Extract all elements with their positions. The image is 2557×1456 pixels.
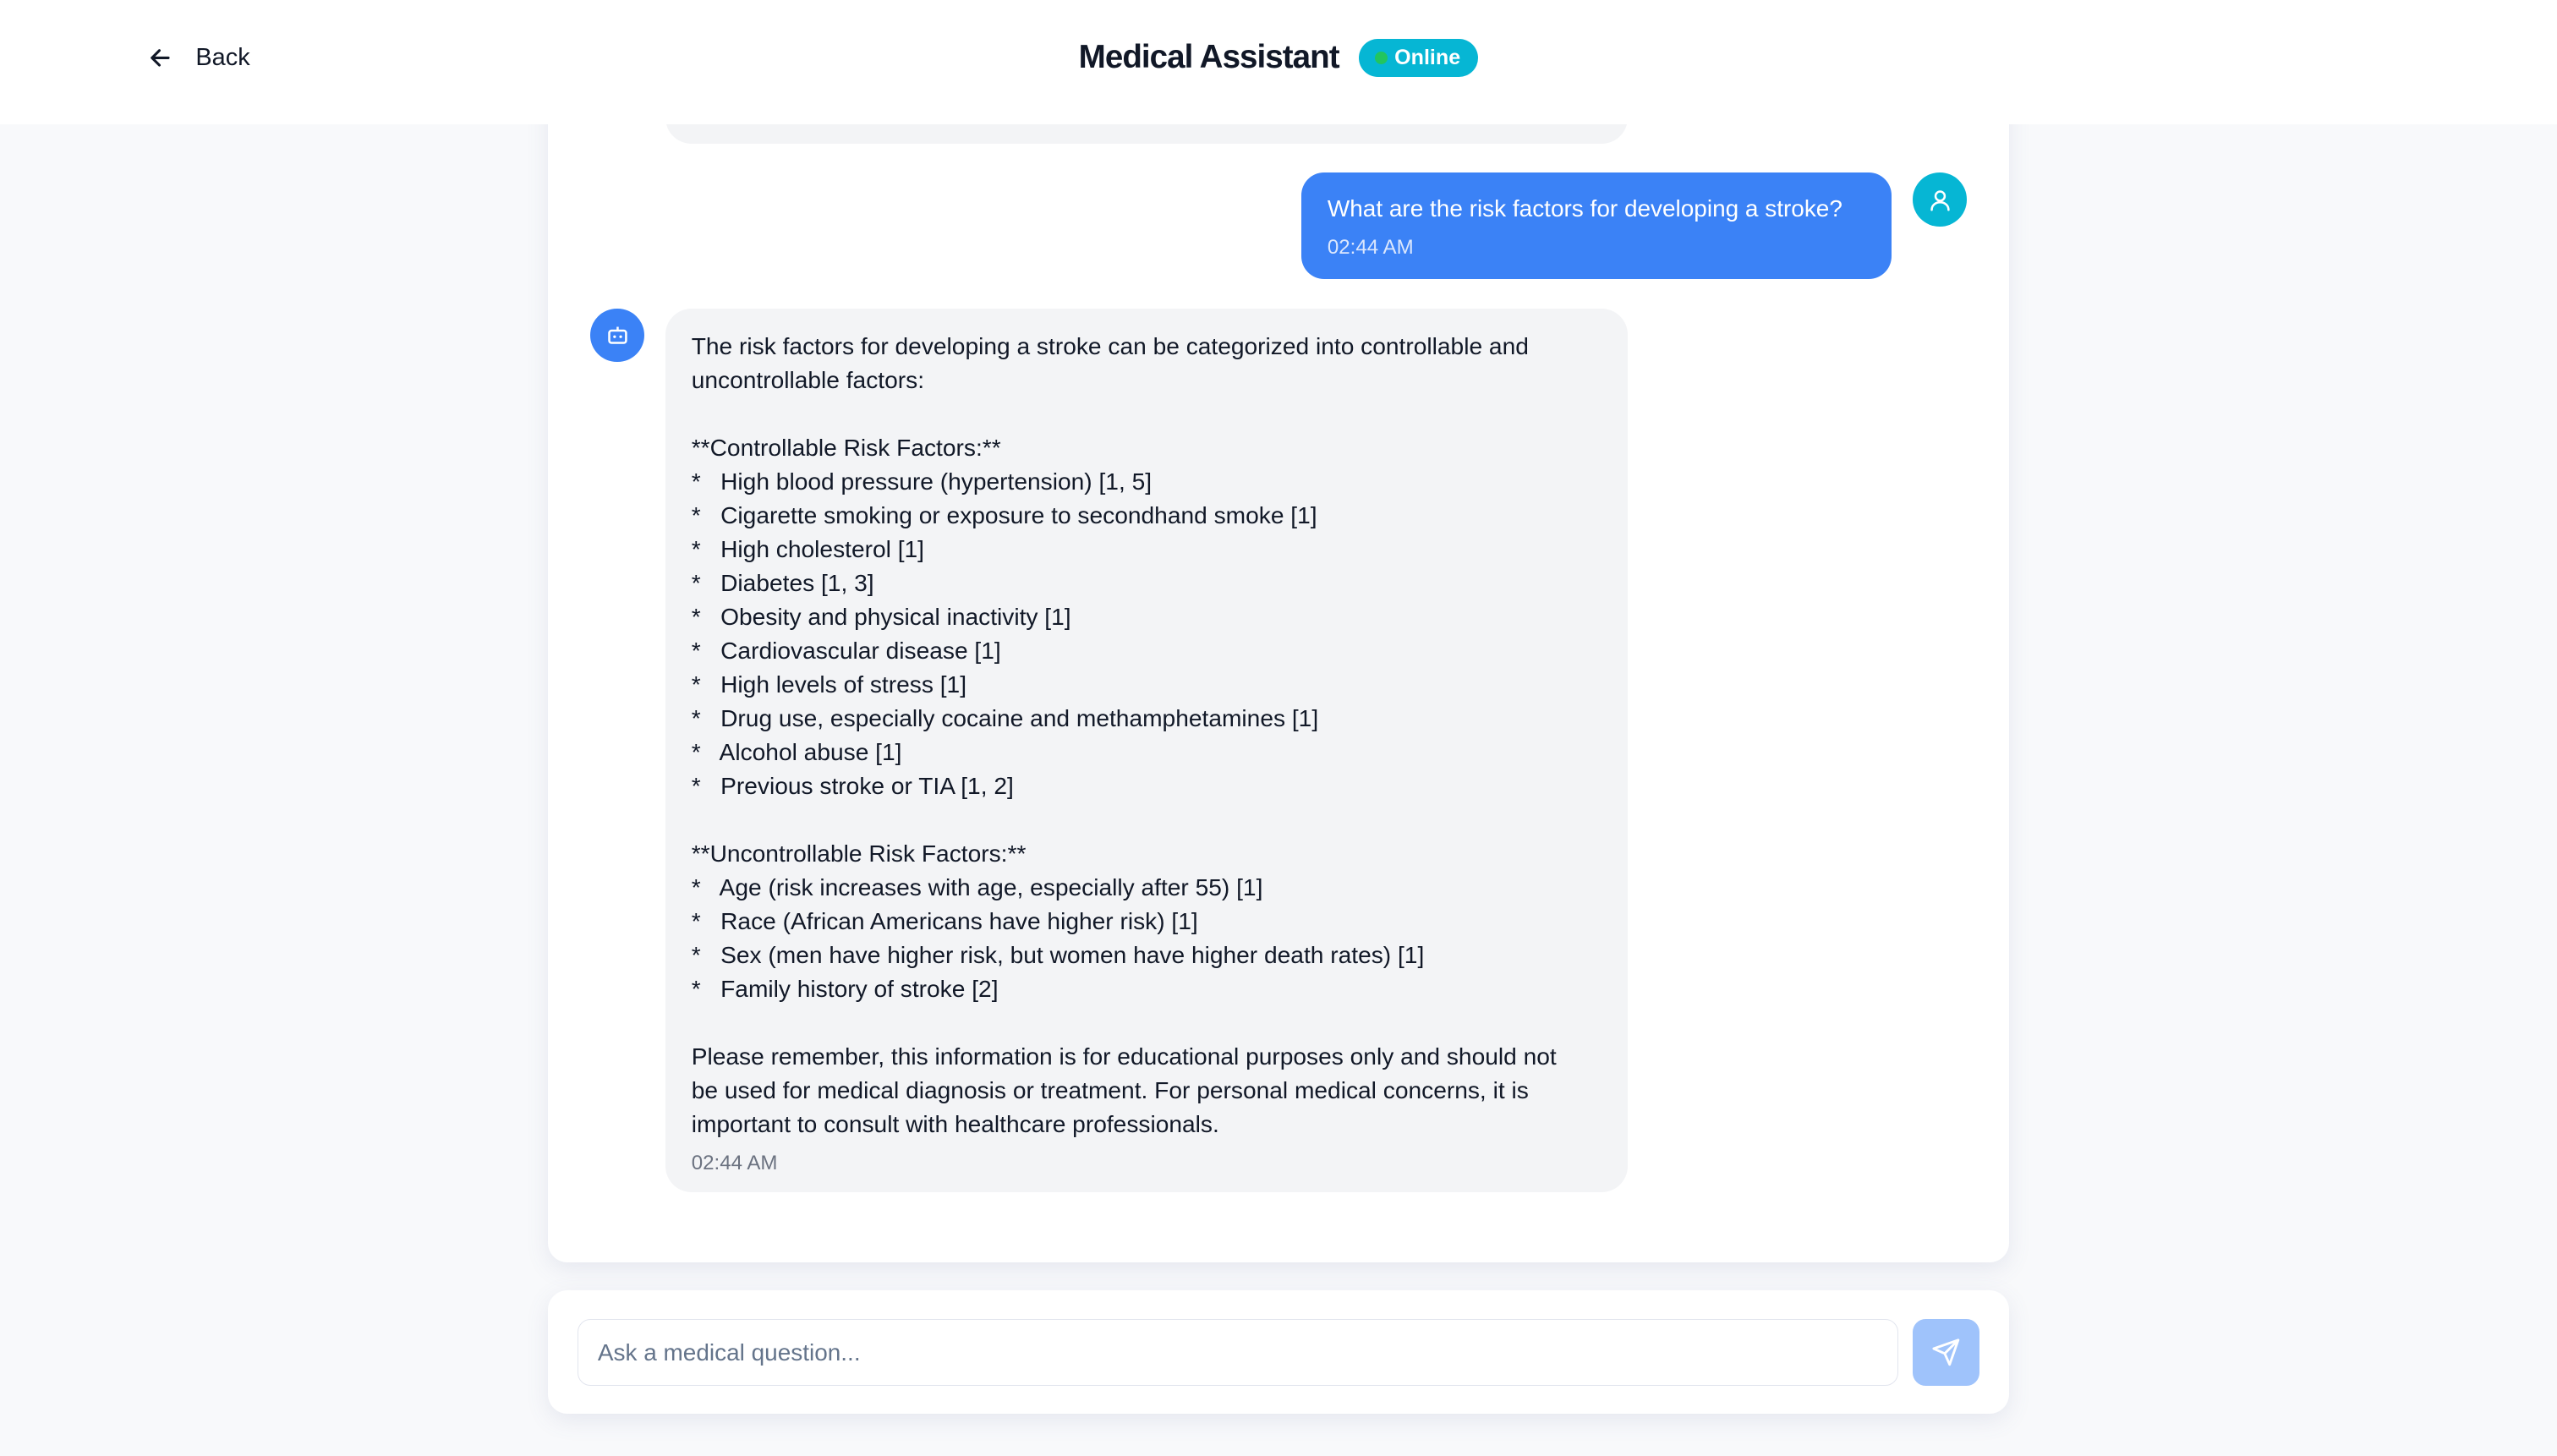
online-dot-icon [1375, 51, 1388, 65]
list-item: * High levels of stress [1] [691, 671, 967, 698]
disclaimer-line: be used for medical diagnosis or treatme… [691, 1076, 1529, 1103]
list-item: * Sex (men have higher risk, but women h… [691, 941, 1425, 968]
disclaimer-line: Please remember, this information is for… [691, 1043, 1557, 1070]
status-badge: Online [1358, 39, 1479, 77]
list-item: * Race (African Americans have higher ri… [691, 907, 1198, 934]
message-text: What are the risk factors for developing… [1327, 195, 1842, 222]
bot-icon [607, 326, 627, 344]
status-label: Online [1394, 45, 1461, 69]
list-item: * Drug use, especially cocaine and metha… [691, 704, 1319, 731]
send-icon [1932, 1338, 1960, 1366]
list-item: * High blood pressure (hypertension) [1,… [691, 468, 1153, 495]
section-heading: **Controllable Risk Factors:** [691, 434, 1001, 461]
user-avatar [1913, 172, 1967, 227]
list-item: * Previous stroke or TIA [1, 2] [691, 772, 1014, 799]
send-button[interactable] [1913, 1319, 1980, 1387]
assistant-message: The risk factors for developing a stroke… [665, 308, 1628, 1192]
composer [548, 1289, 2010, 1415]
message-time: 02:44 AM [1327, 235, 1414, 259]
list-item: * Cardiovascular disease [1] [691, 637, 1001, 664]
section-heading: **Uncontrollable Risk Factors:** [691, 840, 1027, 867]
question-input[interactable] [577, 1319, 1898, 1387]
header: Back Medical Assistant Online [0, 0, 2557, 124]
list-item: * Diabetes [1, 3] [691, 569, 874, 596]
user-message: What are the risk factors for developing… [1301, 172, 1892, 279]
intro-line: The risk factors for developing a stroke… [691, 332, 1529, 359]
list-item: * Obesity and physical inactivity [1] [691, 603, 1071, 630]
user-icon [1930, 190, 1950, 211]
list-item: * Family history of stroke [2] [691, 975, 999, 1002]
page-title: Medical Assistant [1078, 39, 1340, 76]
assistant-avatar [590, 308, 644, 363]
list-item: * Age (risk increases with age, especial… [691, 873, 1263, 900]
intro-line: uncontrollable factors: [691, 366, 925, 393]
list-item: * Cigarette smoking or exposure to secon… [691, 501, 1317, 528]
list-item: * Alcohol abuse [1] [691, 738, 902, 765]
list-item: * High cholesterol [1] [691, 535, 924, 562]
disclaimer-line: important to consult with healthcare pro… [691, 1110, 1219, 1137]
message-time: 02:44 AM [691, 1151, 778, 1174]
